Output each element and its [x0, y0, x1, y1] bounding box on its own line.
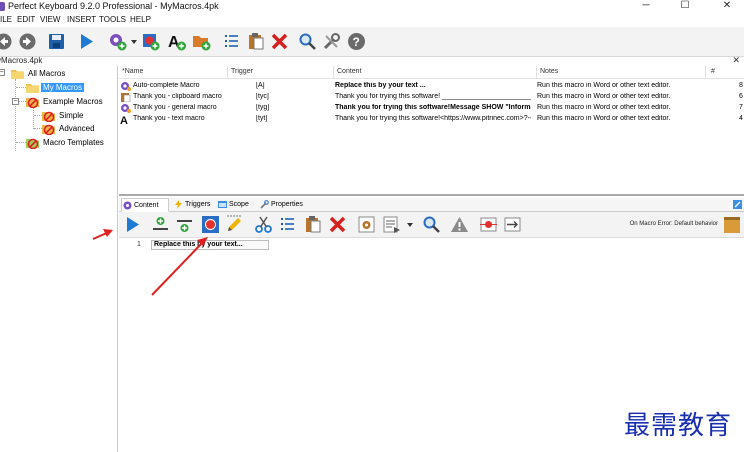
annotation-arrowhead: [197, 237, 208, 246]
annotation-arrows: [92, 229, 208, 296]
watermark-text: 最需教育: [624, 411, 733, 441]
annotation-arrow-record: [151, 240, 205, 296]
